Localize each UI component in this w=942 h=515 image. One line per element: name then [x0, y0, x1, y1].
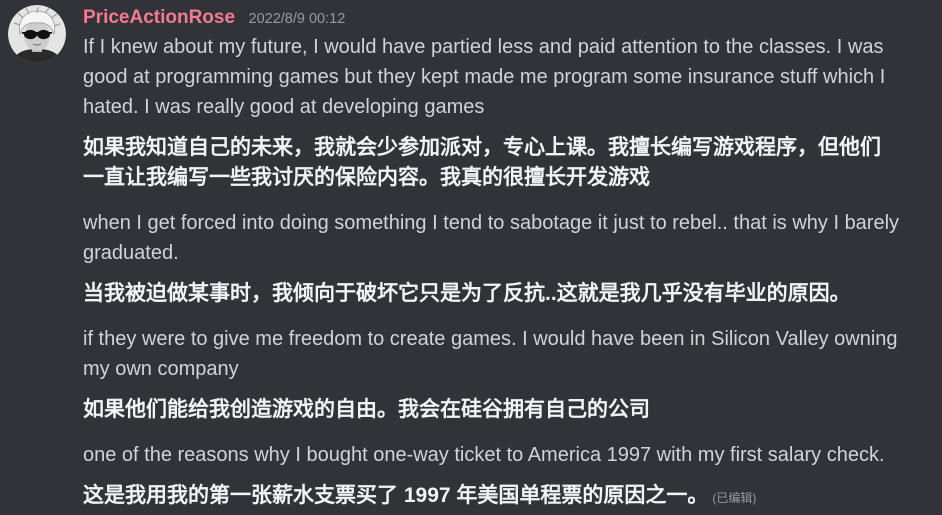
message-content: PriceActionRose 2022/8/9 00:12 If I knew… — [83, 6, 901, 513]
chat-message-view: PriceActionRose 2022/8/9 00:12 If I knew… — [0, 0, 942, 515]
message-text-en: one of the reasons why I bought one-way … — [83, 444, 885, 466]
message-text-zh: 这是我用我的第一张薪水支票买了 1997 年美国单程票的原因之一。 (已编辑) — [83, 481, 901, 513]
username[interactable]: PriceActionRose — [83, 7, 235, 28]
message-text-en: when I get forced into doing something I… — [83, 212, 900, 264]
message-text-en: if they were to give me freedom to creat… — [83, 328, 898, 380]
message-text-en: If I knew about my future, I would have … — [83, 36, 886, 118]
message-text-zh: 如果他们能给我创造游戏的自由。我会在硅谷拥有自己的公司 — [83, 398, 650, 421]
user-avatar[interactable] — [8, 5, 66, 63]
message-header: PriceActionRose 2022/8/9 00:12 — [83, 6, 901, 30]
message-text-zh: 如果我知道自己的未来，我就会少参加派对，专心上课。我擅长编写游戏程序，但他们一直… — [83, 136, 881, 189]
message-text: 这是我用我的第一张薪水支票买了 1997 年美国单程票的原因之一。 — [83, 484, 709, 507]
message-text-zh: 当我被迫做某事时，我倾向于破坏它只是为了反抗..这就是我几乎没有毕业的原因。 — [83, 282, 851, 305]
edited-label: (已编辑) — [712, 491, 757, 505]
timestamp[interactable]: 2022/8/9 00:12 — [249, 11, 346, 27]
avatar-portrait-icon — [8, 5, 66, 63]
